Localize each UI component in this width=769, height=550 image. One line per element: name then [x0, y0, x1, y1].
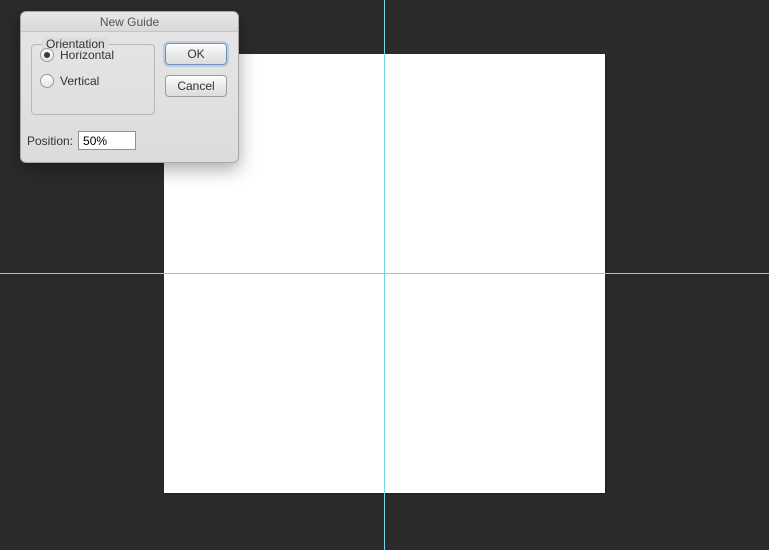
- cancel-button[interactable]: Cancel: [165, 75, 227, 97]
- guide-vertical: [384, 0, 385, 550]
- radio-icon: [40, 48, 54, 62]
- dialog-title: New Guide: [21, 12, 238, 32]
- radio-icon: [40, 74, 54, 88]
- guide-horizontal: [0, 273, 769, 274]
- orientation-legend: Orientation: [42, 37, 109, 51]
- radio-label: Vertical: [60, 74, 99, 88]
- position-row: Position:: [27, 131, 136, 150]
- orientation-radio-vertical[interactable]: Vertical: [40, 71, 154, 91]
- orientation-fieldset: Orientation Horizontal Vertical: [31, 44, 155, 115]
- new-guide-dialog: New Guide Orientation Horizontal Vertica…: [20, 11, 239, 163]
- ok-button[interactable]: OK: [165, 43, 227, 65]
- position-input[interactable]: [78, 131, 136, 150]
- position-label: Position:: [27, 134, 73, 148]
